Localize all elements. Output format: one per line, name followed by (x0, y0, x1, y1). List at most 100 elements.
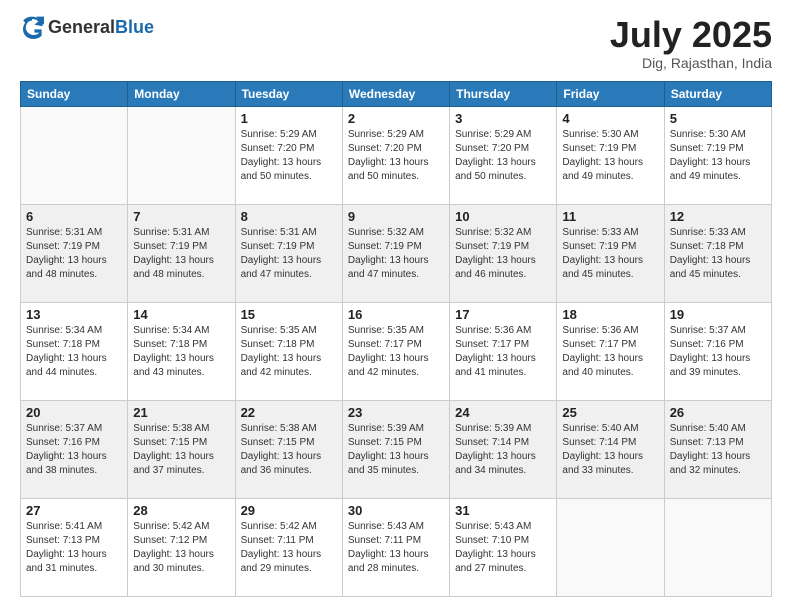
day-number: 23 (348, 405, 444, 420)
day-number: 29 (241, 503, 337, 518)
cell-info: Sunrise: 5:29 AMSunset: 7:20 PMDaylight:… (455, 128, 551, 184)
calendar-cell: 25 Sunrise: 5:40 AMSunset: 7:14 PMDayligh… (557, 400, 664, 498)
day-number: 3 (455, 111, 551, 126)
calendar-cell: 7Sunrise: 5:31 AMSunset: 7:19 PMDaylight… (128, 204, 235, 302)
day-number: 6 (26, 209, 122, 224)
calendar-cell: 9 Sunrise: 5:32 AMSunset: 7:19 PMDaylight… (342, 204, 449, 302)
day-number: 19 (670, 307, 766, 322)
cell-info: Sunrise: 5:33 AMSunset: 7:19 PMDaylight:… (562, 226, 658, 282)
cell-info: Sunrise: 5:38 AMSunset: 7:15 PMDaylight:… (133, 422, 229, 478)
day-number: 30 (348, 503, 444, 518)
cell-info: Sunrise: 5:37 AMSunset: 7:16 PMDaylight:… (670, 324, 766, 380)
day-number: 14 (133, 307, 229, 322)
day-number: 26 (670, 405, 766, 420)
weekday-header: Sunday (21, 81, 128, 106)
calendar-cell: 26 Sunrise: 5:40 AMSunset: 7:13 PMDayligh… (664, 400, 771, 498)
cell-info: Sunrise: 5:36 AMSunset: 7:17 PMDaylight:… (455, 324, 551, 380)
day-number: 11 (562, 209, 658, 224)
day-number: 28 (133, 503, 229, 518)
day-number: 31 (455, 503, 551, 518)
day-number: 16 (348, 307, 444, 322)
day-number: 12 (670, 209, 766, 224)
logo-general: General (48, 17, 115, 37)
location: Dig, Rajasthan, India (610, 55, 772, 71)
day-number: 13 (26, 307, 122, 322)
day-number: 25 (562, 405, 658, 420)
day-number: 8 (241, 209, 337, 224)
cell-info: Sunrise: 5:36 AMSunset: 7:17 PMDaylight:… (562, 324, 658, 380)
cell-info: Sunrise: 5:40 AMSunset: 7:14 PMDaylight:… (562, 422, 658, 478)
cell-info: Sunrise: 5:33 AMSunset: 7:18 PMDaylight:… (670, 226, 766, 282)
cell-info: Sunrise: 5:31 AMSunset: 7:19 PMDaylight:… (26, 226, 122, 282)
calendar-cell (557, 498, 664, 596)
calendar-cell: 21 Sunrise: 5:38 AMSunset: 7:15 PMDayligh… (128, 400, 235, 498)
day-number: 2 (348, 111, 444, 126)
calendar-cell: 8 Sunrise: 5:31 AMSunset: 7:19 PMDaylight… (235, 204, 342, 302)
cell-info: Sunrise: 5:42 AMSunset: 7:11 PMDaylight:… (241, 520, 337, 576)
month-title: July 2025 (610, 15, 772, 55)
cell-info: Sunrise: 5:39 AMSunset: 7:15 PMDaylight:… (348, 422, 444, 478)
calendar-cell (128, 106, 235, 204)
day-number: 9 (348, 209, 444, 224)
day-number: 22 (241, 405, 337, 420)
cell-info: Sunrise: 5:35 AMSunset: 7:17 PMDaylight:… (348, 324, 444, 380)
cell-info: Sunrise: 5:42 AMSunset: 7:12 PMDaylight:… (133, 520, 229, 576)
day-number: 17 (455, 307, 551, 322)
cell-info: Sunrise: 5:32 AMSunset: 7:19 PMDaylight:… (455, 226, 551, 282)
calendar-cell: 12 Sunrise: 5:33 AMSunset: 7:18 PMDayligh… (664, 204, 771, 302)
calendar-cell: 28 Sunrise: 5:42 AMSunset: 7:12 PMDayligh… (128, 498, 235, 596)
calendar-cell: 14 Sunrise: 5:34 AMSunset: 7:18 PMDayligh… (128, 302, 235, 400)
calendar-cell: 4Sunrise: 5:30 AMSunset: 7:19 PMDaylight… (557, 106, 664, 204)
day-number: 18 (562, 307, 658, 322)
cell-info: Sunrise: 5:43 AMSunset: 7:10 PMDaylight:… (455, 520, 551, 576)
weekday-header: Thursday (450, 81, 557, 106)
cell-info: Sunrise: 5:32 AMSunset: 7:19 PMDaylight:… (348, 226, 444, 282)
cell-info: Sunrise: 5:30 AMSunset: 7:19 PMDaylight:… (670, 128, 766, 184)
cell-info: Sunrise: 5:41 AMSunset: 7:13 PMDaylight:… (26, 520, 122, 576)
cell-info: Sunrise: 5:31 AMSunset: 7:19 PMDaylight:… (241, 226, 337, 282)
weekday-header: Tuesday (235, 81, 342, 106)
day-number: 27 (26, 503, 122, 518)
calendar-cell: 31 Sunrise: 5:43 AMSunset: 7:10 PMDayligh… (450, 498, 557, 596)
day-number: 4 (562, 111, 658, 126)
calendar-cell: 5 Sunrise: 5:30 AMSunset: 7:19 PMDaylight… (664, 106, 771, 204)
cell-info: Sunrise: 5:37 AMSunset: 7:16 PMDaylight:… (26, 422, 122, 478)
logo-text: GeneralBlue (48, 17, 154, 38)
calendar-cell: 23 Sunrise: 5:39 AMSunset: 7:15 PMDayligh… (342, 400, 449, 498)
calendar-cell: 30 Sunrise: 5:43 AMSunset: 7:11 PMDayligh… (342, 498, 449, 596)
calendar-cell: 22 Sunrise: 5:38 AMSunset: 7:15 PMDayligh… (235, 400, 342, 498)
day-number: 10 (455, 209, 551, 224)
day-number: 5 (670, 111, 766, 126)
cell-info: Sunrise: 5:34 AMSunset: 7:18 PMDaylight:… (26, 324, 122, 380)
weekday-header: Monday (128, 81, 235, 106)
weekday-header: Friday (557, 81, 664, 106)
cell-info: Sunrise: 5:29 AMSunset: 7:20 PMDaylight:… (348, 128, 444, 184)
cell-info: Sunrise: 5:43 AMSunset: 7:11 PMDaylight:… (348, 520, 444, 576)
calendar-cell: 27 Sunrise: 5:41 AMSunset: 7:13 PMDayligh… (21, 498, 128, 596)
calendar-cell: 19 Sunrise: 5:37 AMSunset: 7:16 PMDayligh… (664, 302, 771, 400)
calendar-cell: 17 Sunrise: 5:36 AMSunset: 7:17 PMDayligh… (450, 302, 557, 400)
calendar-cell (664, 498, 771, 596)
day-number: 15 (241, 307, 337, 322)
weekday-header: Wednesday (342, 81, 449, 106)
cell-info: Sunrise: 5:40 AMSunset: 7:13 PMDaylight:… (670, 422, 766, 478)
cell-info: Sunrise: 5:34 AMSunset: 7:18 PMDaylight:… (133, 324, 229, 380)
page: GeneralBlue July 2025 Dig, Rajasthan, In… (0, 0, 792, 612)
logo-blue: Blue (115, 17, 154, 37)
logo: GeneralBlue (20, 15, 154, 39)
calendar-cell: 1Sunrise: 5:29 AMSunset: 7:20 PMDaylight… (235, 106, 342, 204)
calendar-cell: 15Sunrise: 5:35 AMSunset: 7:18 PMDayligh… (235, 302, 342, 400)
day-number: 20 (26, 405, 122, 420)
cell-info: Sunrise: 5:31 AMSunset: 7:19 PMDaylight:… (133, 226, 229, 282)
calendar-cell: 29 Sunrise: 5:42 AMSunset: 7:11 PMDayligh… (235, 498, 342, 596)
cell-info: Sunrise: 5:38 AMSunset: 7:15 PMDaylight:… (241, 422, 337, 478)
day-number: 1 (241, 111, 337, 126)
calendar-cell: 3 Sunrise: 5:29 AMSunset: 7:20 PMDaylight… (450, 106, 557, 204)
calendar: SundayMondayTuesdayWednesdayThursdayFrid… (20, 81, 772, 597)
calendar-cell: 16 Sunrise: 5:35 AMSunset: 7:17 PMDayligh… (342, 302, 449, 400)
day-number: 21 (133, 405, 229, 420)
calendar-cell (21, 106, 128, 204)
calendar-cell: 20 Sunrise: 5:37 AMSunset: 7:16 PMDayligh… (21, 400, 128, 498)
calendar-cell: 10 Sunrise: 5:32 AMSunset: 7:19 PMDayligh… (450, 204, 557, 302)
calendar-cell: 11 Sunrise: 5:33 AMSunset: 7:19 PMDayligh… (557, 204, 664, 302)
